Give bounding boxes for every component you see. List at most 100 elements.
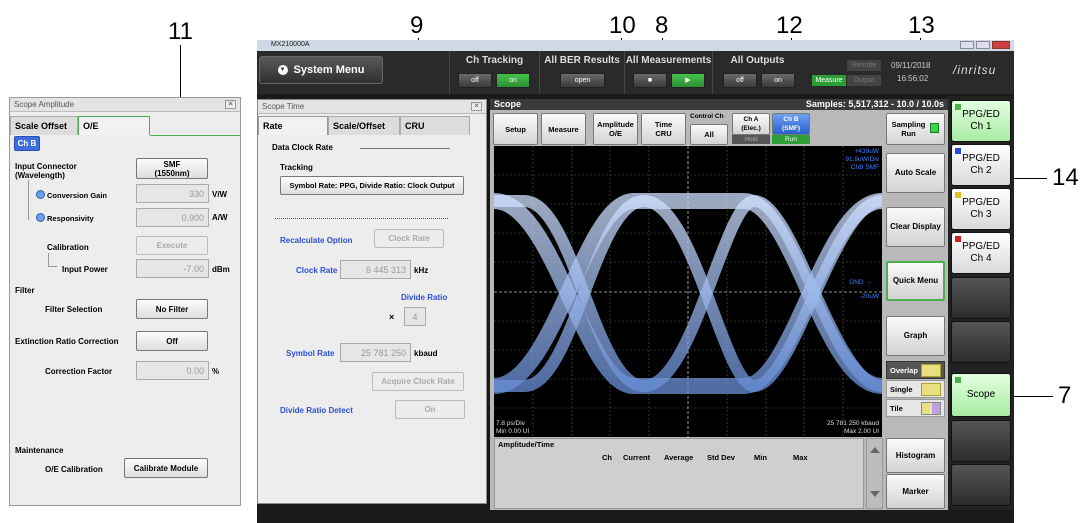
filter-selection-label: Filter Selection xyxy=(45,305,103,314)
callout-10: 10 xyxy=(609,12,636,39)
single-icon xyxy=(921,383,941,396)
amplitude-oe-button[interactable]: Amplitude O/E xyxy=(593,113,638,145)
scroll-up-icon[interactable] xyxy=(870,447,880,453)
callout-7: 7 xyxy=(1058,382,1072,409)
filter-selection-button[interactable]: No Filter xyxy=(136,299,208,319)
empty-slot-button[interactable] xyxy=(951,420,1011,462)
correction-factor-field: 0.00 xyxy=(136,361,209,380)
empty-slot-button[interactable] xyxy=(951,321,1011,363)
marker-button[interactable]: Marker xyxy=(886,474,945,509)
divide-ratio-detect-label: Divide Ratio Detect xyxy=(280,406,353,415)
all-ber-open-button[interactable]: open xyxy=(560,73,605,88)
samples-text: Samples: 5,517,312 - 10.0 / 10.0s xyxy=(805,99,944,109)
tab-cru[interactable]: CRU xyxy=(400,116,470,135)
quick-menu-button[interactable]: Quick Menu xyxy=(886,261,945,301)
maximize-icon[interactable] xyxy=(976,41,990,49)
radio-icon[interactable] xyxy=(36,190,45,199)
ppg-ed-ch1-button[interactable]: PPG/ED Ch 1 xyxy=(951,100,1011,142)
conversion-gain-field: 330 xyxy=(136,184,209,203)
panel-title: Scope Amplitude ✕ xyxy=(10,98,240,112)
responsivity-unit: A/W xyxy=(212,213,228,222)
control-ch-label: Control Ch xyxy=(690,113,724,120)
acquire-clock-rate-button[interactable]: Acquire Clock Rate xyxy=(372,372,464,391)
callout-12: 12 xyxy=(776,12,803,39)
setup-button[interactable]: Setup xyxy=(493,113,538,145)
calibrate-module-button[interactable]: Calibrate Module xyxy=(124,458,208,478)
minimize-icon[interactable] xyxy=(960,41,974,49)
input-connector-label: Input Connector (Wavelength) xyxy=(15,162,77,180)
time-cru-button[interactable]: Time CRU xyxy=(641,113,686,145)
ch4-color-icon xyxy=(955,236,961,242)
table-scrollbar[interactable] xyxy=(866,438,883,509)
execute-button[interactable]: Execute xyxy=(136,236,208,255)
close-icon[interactable] xyxy=(992,41,1010,49)
divider xyxy=(275,218,448,219)
close-icon[interactable]: ✕ xyxy=(225,100,236,109)
ppg-ed-ch3-button[interactable]: PPG/ED Ch 3 xyxy=(951,188,1011,230)
control-ch-all-button[interactable]: All xyxy=(690,124,728,145)
system-menu-button[interactable]: ▼ System Menu xyxy=(259,56,383,84)
symbol-rate-field: 25 781 250 xyxy=(340,343,411,362)
close-icon[interactable]: ✕ xyxy=(471,102,482,111)
single-button[interactable]: Single xyxy=(886,380,945,398)
top-right-readout: +439uW 91.9uW/Div ChB SMF xyxy=(845,148,879,171)
scope-color-icon xyxy=(955,377,961,383)
clear-display-button[interactable]: Clear Display xyxy=(886,207,945,247)
clock-rate-button[interactable]: Clock Rate xyxy=(374,229,444,248)
date-text: 09/11/2018 xyxy=(891,61,931,70)
empty-slot-button[interactable] xyxy=(951,464,1011,506)
ch-a-button[interactable]: Ch A (Elec.) xyxy=(732,113,770,135)
measure-button[interactable]: Measure xyxy=(541,113,586,145)
ch-b-button[interactable]: Ch B xyxy=(14,136,40,151)
all-outputs-on-button[interactable]: on xyxy=(761,73,795,88)
tab-scale-offset[interactable]: Scale/Offset xyxy=(328,116,400,135)
ch2-color-icon xyxy=(955,148,961,154)
ch-tracking-off-button[interactable]: off xyxy=(458,73,492,88)
tile-button[interactable]: Tile xyxy=(886,399,945,417)
ch1-color-icon xyxy=(955,104,961,110)
callout-9: 9 xyxy=(410,12,424,39)
eye-diagram xyxy=(494,146,882,437)
remote-indicator: Remote xyxy=(847,60,881,71)
start-button[interactable]: ▶ xyxy=(671,73,705,88)
radio-icon[interactable] xyxy=(36,213,45,222)
ch-b-button[interactable]: Ch B (SMF) xyxy=(772,113,810,135)
empty-slot-button[interactable] xyxy=(951,277,1011,319)
tree-line xyxy=(28,180,29,220)
table-title: Amplitude/Time xyxy=(498,440,555,449)
anritsu-logo: /inritsu xyxy=(953,63,997,77)
input-connector-button[interactable]: SMF (1550nm) xyxy=(136,158,208,179)
tab-rate[interactable]: Rate xyxy=(258,116,328,135)
responsivity-label: Responsivity xyxy=(47,214,94,223)
extinction-ratio-button[interactable]: Off xyxy=(136,331,208,351)
divide-ratio-detect-button[interactable]: On xyxy=(395,400,465,419)
histogram-button[interactable]: Histogram xyxy=(886,438,945,473)
stop-button[interactable]: ■ xyxy=(633,73,667,88)
callout-line-7 xyxy=(1010,396,1053,397)
maintenance-label: Maintenance xyxy=(15,446,64,455)
scroll-down-icon[interactable] xyxy=(870,491,880,497)
data-clock-rate-label: Data Clock Rate xyxy=(272,143,333,152)
callout-11: 11 xyxy=(168,18,193,45)
ppg-ed-ch2-button[interactable]: PPG/ED Ch 2 xyxy=(951,144,1011,186)
callout-8: 8 xyxy=(655,12,669,39)
window-titlebar: MX210000A xyxy=(257,40,1014,51)
all-measurements-group: All Measurements ■ ▶ xyxy=(624,51,712,94)
conversion-gain-label: Conversion Gain xyxy=(47,191,108,200)
tab-scale-offset[interactable]: Scale Offset xyxy=(10,116,78,135)
tracking-button[interactable]: Symbol Rate: PPG, Divide Ratio: Clock Ou… xyxy=(280,176,464,195)
graph-button[interactable]: Graph xyxy=(886,316,945,356)
tab-oe[interactable]: O/E xyxy=(78,116,150,135)
all-outputs-off-button[interactable]: off xyxy=(723,73,757,88)
table-header-max: Max xyxy=(793,453,808,462)
extinction-ratio-label: Extinction Ratio Correction xyxy=(15,337,119,346)
scope-button[interactable]: Scope xyxy=(951,373,1011,417)
filter-label: Filter xyxy=(15,286,35,295)
ch-tracking-on-button[interactable]: on xyxy=(496,73,530,88)
callout-14: 14 xyxy=(1052,164,1079,191)
divide-ratio-field: 4 xyxy=(404,307,426,326)
auto-scale-button[interactable]: Auto Scale xyxy=(886,153,945,193)
all-ber-group: All BER Results open xyxy=(539,51,624,94)
ppg-ed-ch4-button[interactable]: PPG/ED Ch 4 xyxy=(951,232,1011,274)
overlap-button[interactable]: Overlap xyxy=(886,361,945,379)
